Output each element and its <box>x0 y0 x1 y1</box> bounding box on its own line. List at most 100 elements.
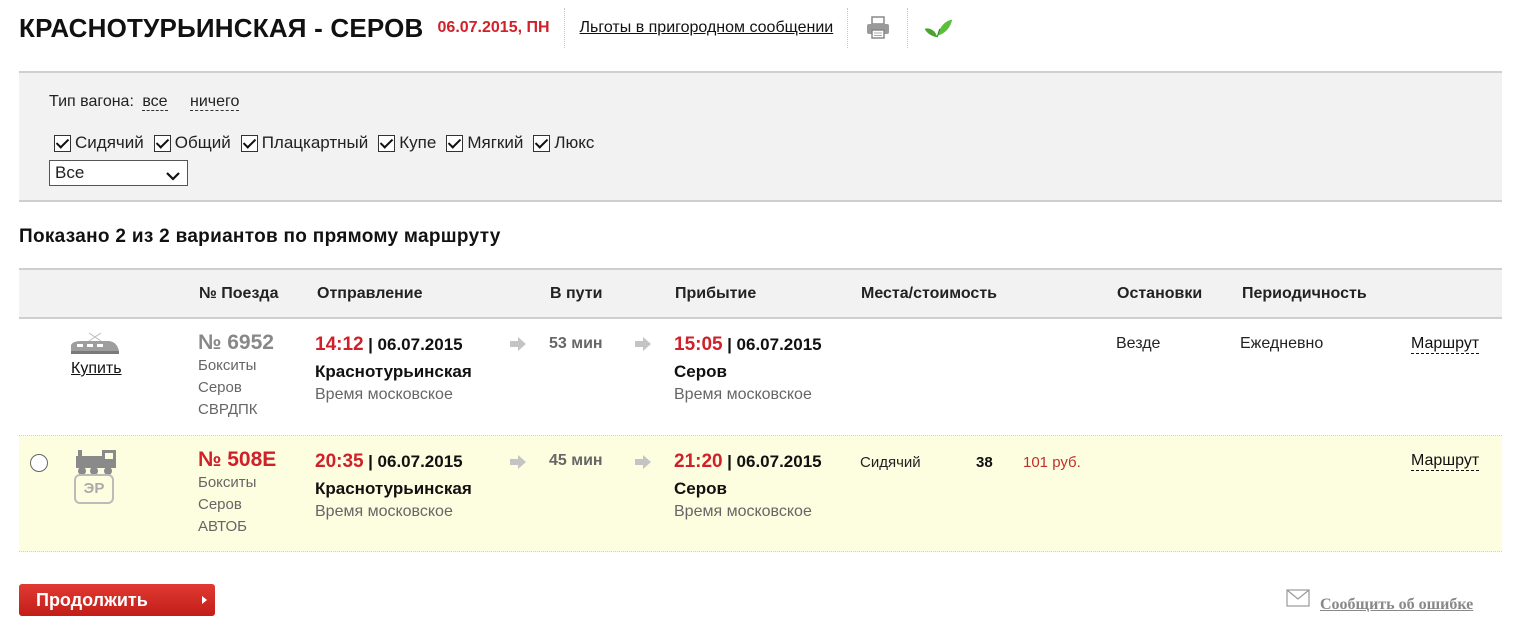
electric-train-badge: ЭР <box>74 474 114 504</box>
seat-price: 101 руб. <box>1023 454 1081 471</box>
header-periodicity: Периодичность <box>1242 285 1367 302</box>
benefits-link[interactable]: Льготы в пригородном сообщении <box>580 19 834 37</box>
train-destination: Серов <box>198 496 242 513</box>
departure-timezone: Время московское <box>315 503 453 520</box>
travel-duration: 53 мин <box>549 335 603 352</box>
buy-link[interactable]: Купить <box>71 360 122 378</box>
train-info: № 6952 Бокситы Серов СВРДПК <box>198 331 274 421</box>
train-origin: Бокситы <box>198 474 257 491</box>
arrival-timezone: Время московское <box>674 503 812 520</box>
car-class-select[interactable]: Все <box>49 160 188 186</box>
train-carrier: СВРДПК <box>198 401 258 418</box>
departure-date: | 06.07.2015 <box>368 335 463 354</box>
header-train: № Поезда <box>199 285 279 302</box>
leaf-icon[interactable] <box>923 13 953 43</box>
checkbox-label: Сидячий <box>75 133 144 152</box>
select-all-link[interactable]: все <box>142 93 168 111</box>
checkbox-checked-icon[interactable] <box>446 134 464 152</box>
stops-value: Везде <box>1116 335 1161 352</box>
chevron-down-icon[interactable] <box>165 166 181 190</box>
arrival-date: | 06.07.2015 <box>727 335 822 354</box>
train-info: № 508Е Бокситы Серов АВТОБ <box>198 448 276 538</box>
checkbox-coupe[interactable]: Купе <box>378 133 436 153</box>
seat-count: 38 <box>976 454 993 471</box>
play-arrow-icon <box>202 596 207 604</box>
travel-duration: 45 мин <box>549 452 603 469</box>
arrival-station: Серов <box>674 479 727 498</box>
arrival-cell: 21:20 | 06.07.2015 Серов Время московско… <box>674 451 822 521</box>
route-link[interactable]: Маршрут <box>1411 452 1480 471</box>
table-row: ЭР № 508Е Бокситы Серов АВТОБ 20:35 | 06… <box>19 436 1502 552</box>
report-error-label[interactable]: Сообщить об ошибке <box>1320 596 1473 614</box>
arrow-right-icon <box>509 336 527 357</box>
train-destination: Серов <box>198 379 242 396</box>
arrow-right-icon <box>634 454 652 475</box>
continue-label: Продолжить <box>36 590 148 610</box>
departure-cell: 14:12 | 06.07.2015 Краснотурьинская Врем… <box>315 334 472 404</box>
checkbox-common[interactable]: Общий <box>153 133 231 153</box>
car-type-checkboxes: Сидячий Общий Плацкартный Купе Мягкий Лю… <box>54 133 604 153</box>
checkbox-label: Мягкий <box>467 133 524 152</box>
departure-cell: 20:35 | 06.07.2015 Краснотурьинская Врем… <box>315 451 472 521</box>
header-arrival: Прибытие <box>675 285 757 302</box>
train-number[interactable]: № 6952 <box>198 331 274 355</box>
printer-icon[interactable] <box>863 13 893 43</box>
train-carrier: АВТОБ <box>198 518 248 535</box>
car-type-filter-panel: Тип вагона: все ничего Сидячий Общий Пла… <box>19 71 1502 202</box>
arrival-date: | 06.07.2015 <box>727 452 822 471</box>
train-origin: Бокситы <box>198 357 257 374</box>
departure-station: Краснотурьинская <box>315 362 472 381</box>
departure-time: 14:12 <box>315 334 364 355</box>
periodicity-value: Ежедневно <box>1240 335 1324 352</box>
select-train-radio[interactable] <box>30 454 48 472</box>
checkbox-checked-icon[interactable] <box>54 134 71 152</box>
departure-date: | 06.07.2015 <box>368 452 463 471</box>
divider <box>563 8 566 48</box>
divider <box>907 8 909 48</box>
departure-timezone: Время московское <box>315 386 453 403</box>
checkbox-checked-icon[interactable] <box>533 134 551 152</box>
arrow-right-icon <box>634 336 652 357</box>
checkbox-label: Плацкартный <box>261 133 369 152</box>
arrival-time: 21:20 <box>674 451 723 472</box>
report-error-link[interactable]: Сообщить об ошибке <box>1286 586 1473 614</box>
train-number[interactable]: № 508Е <box>198 448 276 472</box>
header-departure: Отправление <box>317 285 423 302</box>
results-table-header: № Поезда Отправление В пути Прибытие Мес… <box>19 268 1502 319</box>
arrival-timezone: Время московское <box>674 386 812 403</box>
select-none-link[interactable]: ничего <box>190 93 240 111</box>
arrival-time: 15:05 <box>674 334 723 355</box>
arrival-cell: 15:05 | 06.07.2015 Серов Время московско… <box>674 334 822 404</box>
departure-station: Краснотурьинская <box>315 479 472 498</box>
arrow-right-icon <box>509 454 527 475</box>
car-type-label: Тип вагона: <box>49 93 134 110</box>
arrival-station: Серов <box>674 362 727 381</box>
table-row: Купить № 6952 Бокситы Серов СВРДПК 14:12… <box>19 319 1502 436</box>
checkbox-label: Купе <box>399 133 437 152</box>
select-value: Все <box>55 163 85 182</box>
express-train-icon <box>69 331 121 362</box>
checkbox-lux[interactable]: Люкс <box>533 133 594 153</box>
continue-button[interactable]: Продолжить <box>19 584 215 616</box>
route-date: 06.07.2015, ПН <box>437 19 550 36</box>
car-type-row: Тип вагона: все ничего <box>49 93 240 111</box>
checkbox-checked-icon[interactable] <box>153 134 171 152</box>
header-seats: Места/стоимость <box>861 285 997 302</box>
checkbox-checked-icon[interactable] <box>378 134 396 152</box>
page-header: КРАСНОТУРЬИНСКАЯ - СЕРОВ 06.07.2015, ПН … <box>19 8 953 48</box>
departure-time: 20:35 <box>315 451 364 472</box>
results-summary: Показано 2 из 2 вариантов по прямому мар… <box>19 226 501 247</box>
header-duration: В пути <box>550 285 603 302</box>
checkbox-label: Люкс <box>554 133 595 152</box>
checkbox-soft[interactable]: Мягкий <box>446 133 523 153</box>
page-title: КРАСНОТУРЬИНСКАЯ - СЕРОВ <box>19 12 424 43</box>
seat-type: Сидячий <box>860 454 921 471</box>
envelope-icon <box>1286 588 1310 612</box>
checkbox-checked-icon[interactable] <box>240 134 258 152</box>
checkbox-label: Общий <box>174 133 231 152</box>
divider <box>847 8 849 48</box>
checkbox-platzkart[interactable]: Плацкартный <box>240 133 369 153</box>
header-stops: Остановки <box>1117 285 1203 302</box>
route-link[interactable]: Маршрут <box>1411 335 1480 354</box>
checkbox-seated[interactable]: Сидячий <box>54 133 144 153</box>
